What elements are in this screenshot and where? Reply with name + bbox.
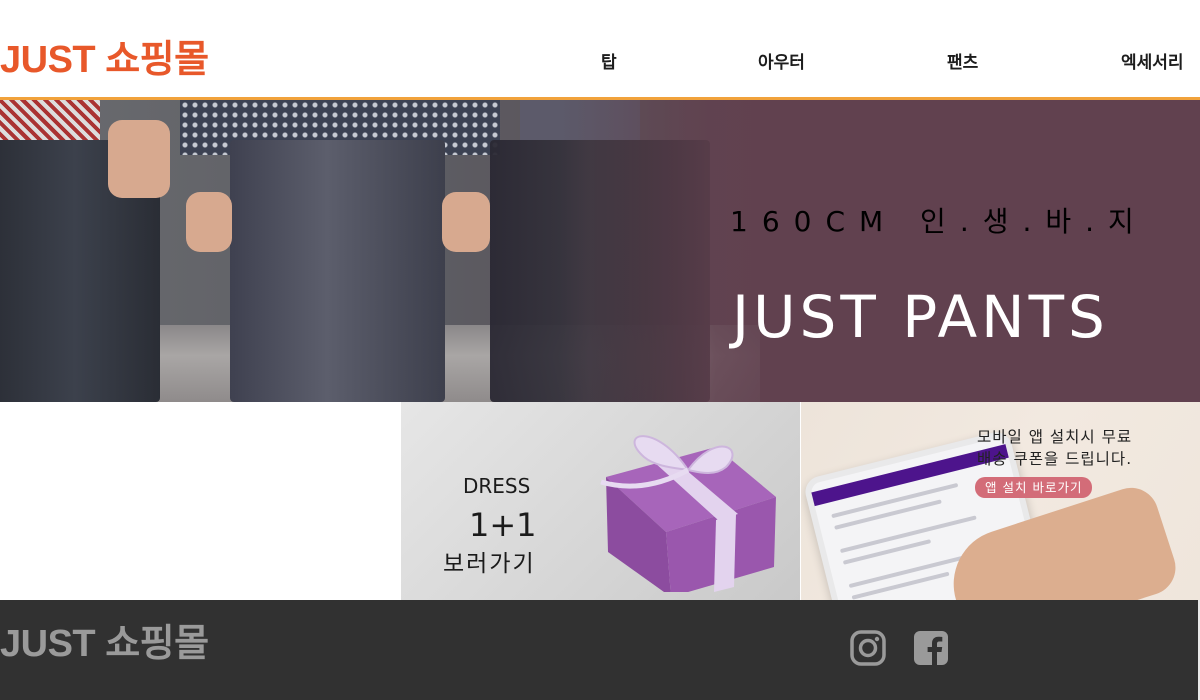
nav-item-top[interactable]: 탑	[601, 48, 617, 73]
site-footer: JUST 쇼핑몰	[0, 600, 1200, 700]
hero-overlay	[560, 100, 820, 402]
facebook-icon[interactable]	[913, 630, 949, 666]
hero-title: JUST PANTS	[732, 282, 1109, 351]
main-nav: 탑 아우터 팬츠 엑세서리	[0, 48, 1200, 76]
phone-text-line	[851, 571, 950, 600]
footer-logo[interactable]: JUST 쇼핑몰	[0, 622, 209, 666]
dress-cta[interactable]: 보러가기	[443, 544, 536, 578]
nav-item-outer[interactable]: 아우터	[758, 48, 805, 73]
hand	[108, 120, 170, 198]
hero-banner[interactable]: 160CM 인.생.바.지 JUST PANTS	[0, 100, 1200, 402]
jeans-middle	[230, 140, 445, 402]
dress-label: DRESS	[463, 474, 531, 498]
hand	[442, 192, 490, 252]
nav-item-pants[interactable]: 팬츠	[947, 48, 978, 73]
dress-promo-banner[interactable]: DRESS 1+1 보러가기	[401, 402, 800, 600]
instagram-icon[interactable]	[850, 630, 886, 666]
app-install-promo[interactable]: 모바일 앱 설치시 무료 배송 쿠폰을 드립니다. 앱 설치 바로가기	[801, 402, 1200, 600]
hero-subtitle: 160CM 인.생.바.지	[730, 205, 1148, 238]
app-promo-text: 모바일 앱 설치시 무료 배송 쿠폰을 드립니다.	[977, 428, 1133, 468]
nav-item-accessory[interactable]: 엑세서리	[1121, 48, 1184, 73]
hand	[186, 192, 232, 252]
site-header: JUST 쇼핑몰 탑 아우터 팬츠 엑세서리	[0, 0, 1200, 100]
phone-text-line	[842, 539, 932, 565]
dress-offer: 1+1	[469, 506, 537, 544]
promo-empty-slot	[0, 402, 401, 600]
app-install-button[interactable]: 앱 설치 바로가기	[975, 477, 1093, 498]
gift-box-icon	[600, 435, 776, 592]
